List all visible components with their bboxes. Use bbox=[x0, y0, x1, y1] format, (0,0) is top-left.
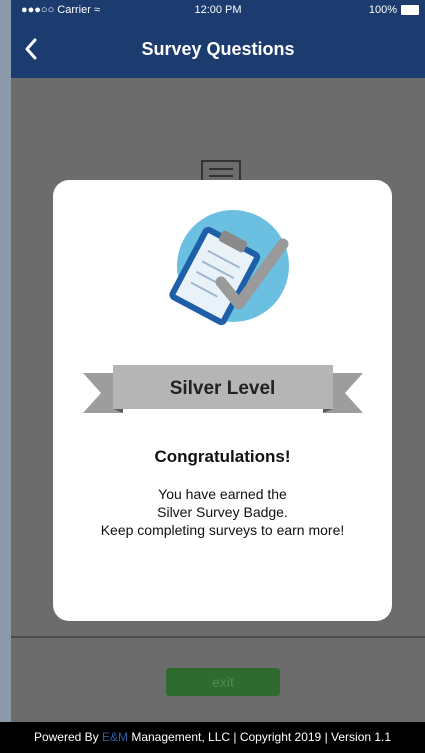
status-time: 12:00 PM bbox=[194, 4, 242, 16]
page-title: Survey Questions bbox=[141, 39, 295, 59]
footer-suffix: Management, LLC | Copyright 2019 | Versi… bbox=[128, 730, 392, 744]
message-line: Keep completing surveys to earn more! bbox=[100, 522, 345, 538]
badge-modal: Silver Level Congratulations! You have e… bbox=[53, 180, 392, 621]
clipboard-check-icon bbox=[169, 210, 289, 326]
battery-icon bbox=[401, 5, 419, 15]
message-line: You have earned the bbox=[158, 486, 287, 502]
footer-prefix: Powered By bbox=[33, 730, 102, 744]
congratulations-heading: Congratulations! bbox=[154, 447, 291, 466]
badge-level-label: Silver Level bbox=[169, 378, 276, 399]
footer-brand: E&M bbox=[101, 730, 128, 744]
exit-button[interactable]: exit bbox=[166, 668, 280, 696]
badge-message: You have earned the Silver Survey Badge.… bbox=[53, 485, 392, 539]
message-line: Silver Survey Badge. bbox=[157, 504, 288, 520]
status-right: 100% bbox=[369, 4, 419, 16]
battery-percent: 100% bbox=[368, 4, 397, 16]
nav-bar: Survey Questions bbox=[11, 22, 425, 78]
status-bar: ●●●○○ Carrier ≈ 12:00 PM 100% bbox=[11, 0, 425, 22]
divider bbox=[11, 636, 425, 638]
footer: Powered By E&M Management, LLC | Copyrig… bbox=[0, 722, 425, 753]
